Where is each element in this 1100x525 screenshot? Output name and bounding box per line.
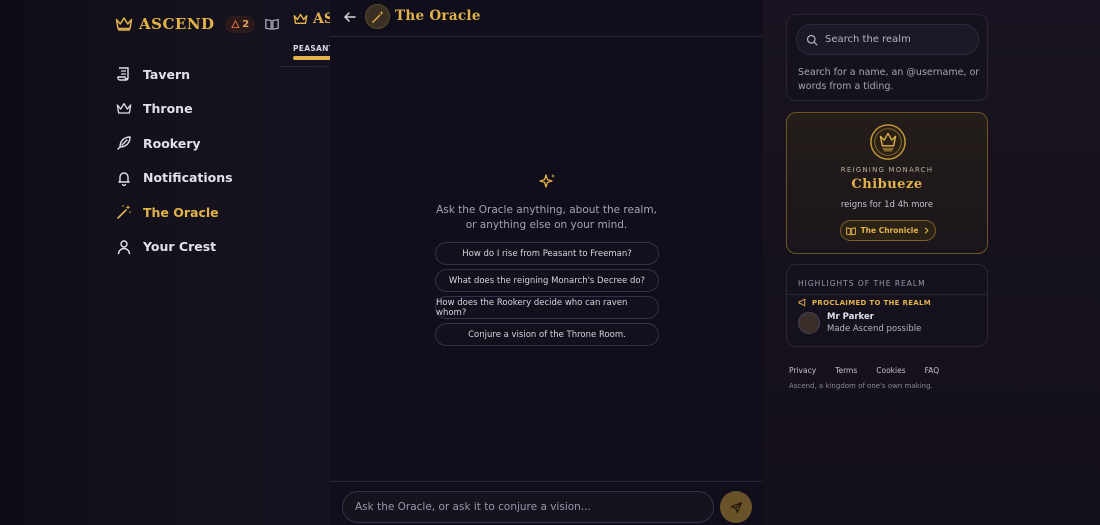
send-icon	[730, 501, 742, 513]
nav-label-notifications: Notifications	[143, 170, 233, 186]
nav-item-your-crest[interactable]: Your Crest	[115, 230, 233, 265]
background-page-title-text: AS	[313, 11, 330, 27]
oracle-avatar	[365, 4, 390, 29]
oracle-header: The Oracle	[330, 0, 763, 37]
suggestion-chip[interactable]: Conjure a vision of the Throne Room.	[435, 323, 659, 346]
crown-icon	[115, 100, 133, 118]
background-page-title: AS	[293, 11, 330, 27]
nav-label-oracle: The Oracle	[143, 204, 219, 220]
bell-icon	[115, 169, 133, 187]
nav-item-notifications[interactable]: Notifications	[115, 161, 233, 196]
user-icon	[115, 238, 133, 256]
wand-icon	[371, 10, 384, 23]
nav-item-tavern[interactable]: Tavern	[115, 57, 233, 92]
book-icon[interactable]	[265, 17, 279, 31]
oracle-panel: The Oracle Ask the Oracle anything, abou…	[330, 0, 763, 525]
footer-link-terms[interactable]: Terms	[835, 366, 857, 375]
crown-icon	[115, 17, 133, 31]
nav-label-your-crest: Your Crest	[143, 239, 217, 255]
crown-icon	[293, 13, 308, 24]
oracle-title: The Oracle	[395, 8, 481, 24]
nav-item-oracle[interactable]: The Oracle	[115, 195, 233, 230]
monarch-card: REIGNING MONARCH Chibueze reigns for 1d …	[786, 112, 988, 254]
divider	[280, 66, 330, 67]
streak-badge[interactable]: 🜂 2	[224, 15, 256, 33]
search-card: Search for a name, an @username, or word…	[786, 14, 988, 101]
footer-link-privacy[interactable]: Privacy	[789, 366, 816, 375]
highlight-user-name[interactable]: Mr Parker	[827, 312, 874, 322]
search-input[interactable]	[825, 34, 965, 45]
back-arrow-icon[interactable]	[342, 9, 358, 25]
send-button[interactable]	[720, 491, 752, 523]
nav-item-throne[interactable]: Throne	[115, 92, 233, 127]
chevron-right-icon	[925, 227, 930, 234]
background-page: AS PEASANT	[280, 0, 330, 70]
chronicle-label: The Chronicle	[860, 226, 919, 235]
search-icon	[806, 34, 818, 45]
flame-icon: 🜂	[230, 18, 241, 31]
highlights-card: HIGHLIGHTS OF THE REALM PROCLAIMED TO TH…	[786, 264, 988, 347]
nav-item-rookery[interactable]: Rookery	[115, 126, 233, 161]
divider	[787, 294, 987, 295]
monarch-kicker: REIGNING MONARCH	[840, 166, 934, 174]
divider	[330, 481, 763, 482]
oracle-message-input[interactable]: Ask the Oracle, or ask it to conjure a v…	[342, 491, 714, 523]
oracle-intro: Ask the Oracle anything, about the realm…	[436, 204, 657, 231]
nav-label-throne: Throne	[143, 101, 193, 117]
megaphone-icon	[798, 298, 806, 307]
streak-count: 2	[242, 18, 250, 30]
suggestion-chip[interactable]: How do I rise from Peasant to Freeman?	[435, 242, 659, 265]
tab-peasant[interactable]: PEASANT	[293, 44, 330, 53]
nav-label-tavern: Tavern	[143, 66, 191, 82]
wand-icon	[115, 203, 133, 221]
footer-link-cookies[interactable]: Cookies	[876, 366, 905, 375]
book-icon	[845, 226, 856, 235]
sparkle-icon	[539, 174, 555, 188]
proclamation-kicker: PROCLAIMED TO THE REALM	[798, 298, 931, 307]
monarch-name[interactable]: Chibueze	[787, 177, 987, 192]
main-nav: Tavern Throne Rookery Notifications The …	[115, 57, 233, 264]
proclamation-label: PROCLAIMED TO THE REALM	[812, 298, 932, 307]
tab-underline	[293, 56, 330, 60]
chronicle-button[interactable]: The Chronicle	[840, 220, 936, 241]
scroll-icon	[115, 65, 133, 83]
brand-header: ASCEND 🜂 2	[115, 14, 279, 34]
nav-label-rookery: Rookery	[143, 135, 201, 151]
monarch-reign-time: reigns for 1d 4h more	[840, 200, 934, 210]
brand-name[interactable]: ASCEND	[139, 15, 215, 33]
suggestion-chip[interactable]: What does the reigning Monarch's Decree …	[435, 269, 659, 292]
footer-link-faq[interactable]: FAQ	[925, 366, 940, 375]
suggestion-chip[interactable]: How does the Rookery decide who can rave…	[435, 296, 659, 319]
suggestion-list: How do I rise from Peasant to Freeman? W…	[435, 242, 659, 350]
search-box[interactable]	[796, 24, 979, 55]
footer-tagline: Ascend, a kingdom of one's own making.	[789, 382, 933, 390]
royal-seal-icon	[870, 124, 906, 160]
search-hint: Search for a name, an @username, or word…	[798, 67, 980, 92]
footer-links: Privacy Terms Cookies FAQ	[789, 366, 958, 375]
feather-icon	[115, 134, 133, 152]
avatar[interactable]	[798, 312, 820, 334]
highlight-text: Made Ascend possible	[827, 324, 922, 334]
highlights-heading: HIGHLIGHTS OF THE REALM	[798, 279, 926, 288]
